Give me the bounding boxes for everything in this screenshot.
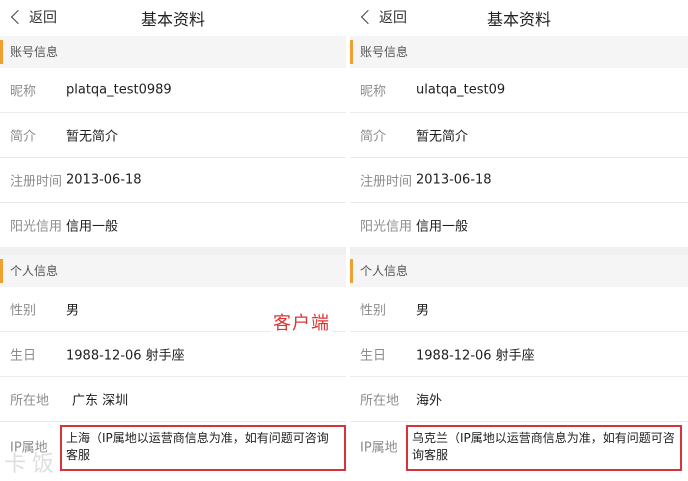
ip-location-highlight-box: 乌克兰（IP属地以运营商信息为准，如有问题可咨询客服 xyxy=(406,425,682,471)
row-value: ulatqa_test09 xyxy=(416,82,506,98)
row-gender[interactable]: 性别 男 xyxy=(350,287,688,331)
row-nickname[interactable]: 昵称 ulatqa_test09 xyxy=(350,68,688,112)
row-label: 生日 xyxy=(10,348,37,364)
row-location[interactable]: 所在地 海外 xyxy=(350,377,688,421)
row-label: 昵称 xyxy=(360,84,387,100)
row-label: 简介 xyxy=(360,129,387,145)
row-label: 性别 xyxy=(10,303,37,319)
nav-bar: 返回 基本资料 xyxy=(0,0,346,34)
row-value: 1988-12-06 射手座 xyxy=(66,348,185,364)
section-header-account: 账号信息 xyxy=(0,36,346,68)
row-label: 所在地 xyxy=(10,393,50,409)
row-birthday[interactable]: 生日 1988-12-06 射手座 xyxy=(350,332,688,376)
row-birthday[interactable]: 生日 1988-12-06 射手座 xyxy=(0,332,346,376)
row-value: 男 xyxy=(66,303,80,319)
ip-location-value: 上海（IP属地以运营商信息为准，如有问题可咨询客服 xyxy=(66,431,329,462)
row-value: 2013-06-18 xyxy=(66,172,142,188)
section-title: 账号信息 xyxy=(10,45,59,59)
ip-location-value: 乌克兰（IP属地以运营商信息为准，如有问题可咨询客服 xyxy=(412,431,675,462)
watermark: 卡饭 xyxy=(4,452,61,477)
row-register-time: 注册时间 2013-06-18 xyxy=(0,158,346,202)
client-annotation-label: 客户端 xyxy=(271,309,332,335)
ip-location-highlight-box: 上海（IP属地以运营商信息为准，如有问题可咨询客服 xyxy=(60,425,346,471)
section-gap xyxy=(350,247,688,255)
row-label: 简介 xyxy=(10,129,37,145)
row-bio[interactable]: 简介 暂无简介 xyxy=(350,113,688,157)
nav-bar: 返回 基本资料 xyxy=(350,0,688,34)
profile-panel-left: 返回 基本资料 账号信息 昵称 platqa_test0989 简介 暂无简介 … xyxy=(0,0,346,481)
section-accent-bar xyxy=(0,40,3,64)
section-accent-bar xyxy=(0,259,3,283)
row-register-time: 注册时间 2013-06-18 xyxy=(350,158,688,202)
section-header-personal: 个人信息 xyxy=(350,255,688,287)
section-title: 账号信息 xyxy=(360,45,409,59)
row-value: 2013-06-18 xyxy=(416,172,492,188)
row-label: 阳光信用 xyxy=(10,219,63,235)
row-value: 信用一般 xyxy=(416,219,469,235)
page-title: 基本资料 xyxy=(486,10,551,29)
row-label: 性别 xyxy=(360,303,387,319)
row-bio[interactable]: 简介 暂无简介 xyxy=(0,113,346,157)
section-title: 个人信息 xyxy=(10,264,59,278)
row-credit[interactable]: 阳光信用 信用一般 xyxy=(0,203,346,247)
row-credit[interactable]: 阳光信用 信用一般 xyxy=(350,203,688,247)
row-label: 阳光信用 xyxy=(360,219,413,235)
section-accent-bar xyxy=(350,259,353,283)
section-header-personal: 个人信息 xyxy=(0,255,346,287)
row-value: 信用一般 xyxy=(66,219,119,235)
profile-panel-right: 返回 基本资料 账号信息 昵称 ulatqa_test09 简介 暂无简介 注册… xyxy=(350,0,688,481)
row-value: 男 xyxy=(416,303,430,319)
row-label: 昵称 xyxy=(10,84,37,100)
row-location[interactable]: 所在地 广东 深圳 xyxy=(0,377,346,421)
row-label: 生日 xyxy=(360,348,387,364)
section-header-account: 账号信息 xyxy=(350,36,688,68)
row-label: IP属地 xyxy=(360,440,398,456)
row-label: 注册时间 xyxy=(10,174,63,190)
page-title: 基本资料 xyxy=(140,10,205,29)
row-label: 所在地 xyxy=(360,393,400,409)
section-title: 个人信息 xyxy=(360,264,409,278)
row-label: 注册时间 xyxy=(360,174,413,190)
row-value: 暂无简介 xyxy=(66,129,119,145)
row-value: 暂无简介 xyxy=(416,129,469,145)
row-value: 海外 xyxy=(416,393,443,409)
section-gap xyxy=(0,247,346,255)
row-value: 广东 深圳 xyxy=(72,393,129,409)
row-value: platqa_test0989 xyxy=(66,82,172,98)
section-accent-bar xyxy=(350,40,353,64)
row-nickname[interactable]: 昵称 platqa_test0989 xyxy=(0,68,346,112)
row-value: 1988-12-06 射手座 xyxy=(416,348,535,364)
